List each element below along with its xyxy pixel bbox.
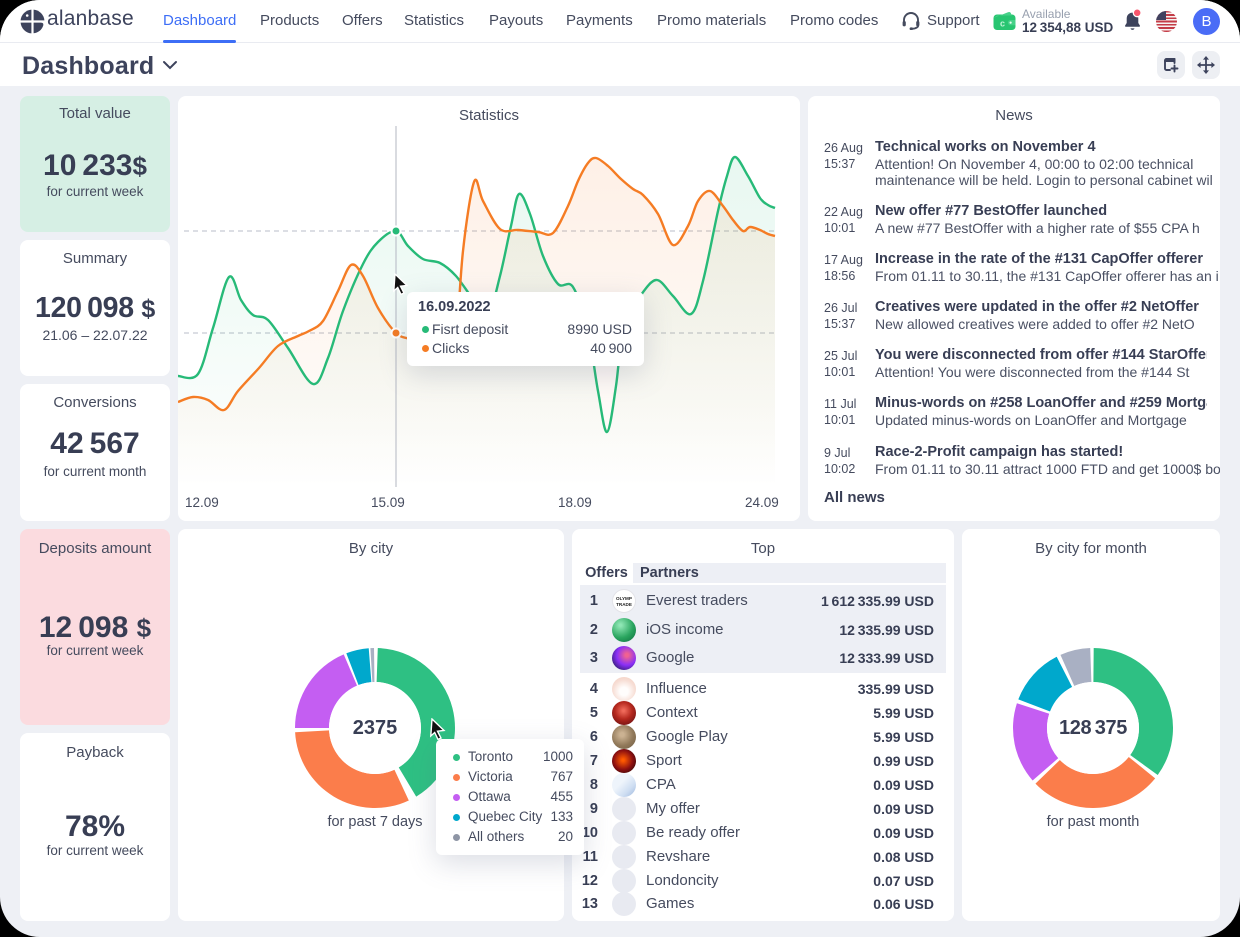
svg-text:c: c xyxy=(1000,19,1005,29)
